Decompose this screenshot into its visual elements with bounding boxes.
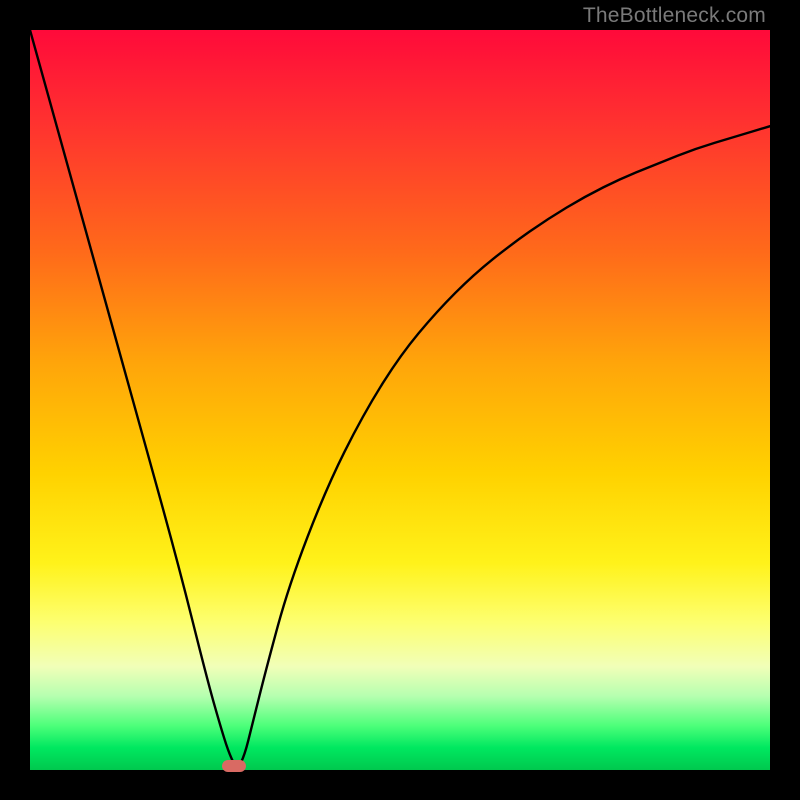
optimum-marker bbox=[222, 760, 246, 772]
bottleneck-curve bbox=[30, 30, 770, 770]
chart-frame: TheBottleneck.com bbox=[0, 0, 800, 800]
watermark-text: TheBottleneck.com bbox=[583, 4, 766, 28]
plot-area bbox=[30, 30, 770, 770]
